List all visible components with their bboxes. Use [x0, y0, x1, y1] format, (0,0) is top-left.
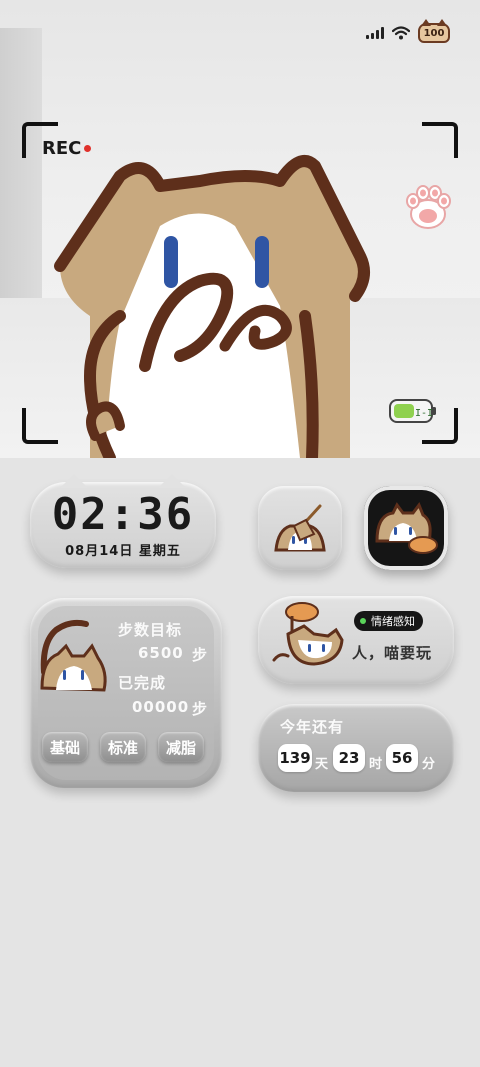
- cat-sleeping-icon: [375, 501, 438, 554]
- countdown-days-unit: 天: [315, 757, 329, 772]
- signal-icon: [366, 27, 384, 39]
- svg-text:I-I: I-I: [415, 408, 433, 419]
- battery-cat-icon: 100: [418, 19, 450, 43]
- emotion-message: 人，喵要玩: [352, 644, 433, 662]
- cat-broom-app-button[interactable]: [258, 486, 342, 570]
- cat-sleeping-app-button[interactable]: [364, 486, 448, 570]
- countdown-hours: 23: [333, 744, 365, 772]
- mini-battery-icon: I-I: [389, 399, 436, 423]
- clock-time: 02:36: [51, 488, 195, 540]
- steps-mode-standard-button[interactable]: 标准: [100, 732, 147, 762]
- cat-upside-down-icon: [272, 602, 344, 666]
- steps-done-value: 00000: [132, 698, 190, 716]
- steps-done-label: 已完成: [118, 674, 167, 692]
- camera-wallpaper: 100 REC I-I: [0, 0, 480, 458]
- steps-goal-unit: 步: [192, 646, 208, 664]
- countdown-title: 今年还有: [280, 718, 345, 736]
- clock-ear-left: [60, 474, 88, 488]
- viewfinder-corner-tr: [422, 122, 458, 158]
- countdown-days: 139: [278, 744, 312, 772]
- steps-goal-label: 步数目标: [118, 621, 183, 639]
- emotion-status-dot-icon: [360, 618, 366, 624]
- cat-broom-icon: [274, 504, 326, 552]
- countdown-minutes-unit: 分: [422, 757, 436, 772]
- clock-date: 08月14日 星期五: [65, 543, 181, 559]
- clock-ear-right: [158, 474, 186, 488]
- battery-level: 100: [423, 27, 445, 39]
- steps-mode-basic-button[interactable]: 基础: [42, 732, 89, 762]
- countdown-minutes: 56: [386, 744, 418, 772]
- room-wall: [0, 28, 42, 298]
- steps-goal-value: 6500: [138, 644, 184, 662]
- cat-stretch-icon: [40, 619, 107, 692]
- cat-illustration: [54, 155, 370, 458]
- status-bar: 100: [366, 19, 450, 44]
- steps-done-unit: 步: [192, 700, 208, 718]
- countdown-hours-unit: 时: [369, 757, 383, 772]
- emotion-badge-label: 情绪感知: [371, 615, 415, 628]
- paw-icon[interactable]: [402, 182, 454, 232]
- steps-mode-fatburn-button[interactable]: 减脂: [158, 732, 205, 762]
- wifi-icon: [392, 26, 410, 40]
- clock-widget[interactable]: 02:36 08月14日 星期五: [30, 474, 216, 568]
- emotion-badge: 情绪感知: [354, 611, 423, 631]
